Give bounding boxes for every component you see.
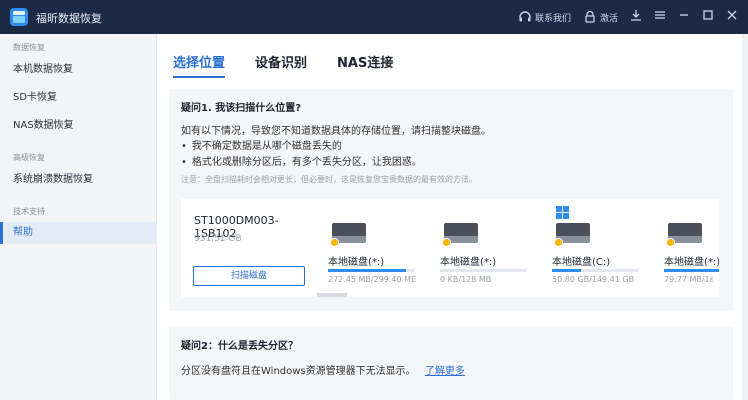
- contact-us-label: 联系我们: [534, 13, 571, 24]
- partition-usage: 50.80 GB/149.41 GB: [552, 275, 635, 284]
- sidebar: 数据恢复 本机数据恢复 SD卡恢复 NAS数据恢复 高级恢复 系统崩溃数据恢复 …: [0, 34, 157, 400]
- contact-us-button[interactable]: 联系我们: [512, 0, 577, 34]
- download-icon: [630, 9, 642, 25]
- faq-panel-scan-location: 疑问1. 我该扫描什么位置? 如有以下情况，导致您不知道数据具体的存储位置，请扫…: [169, 89, 733, 311]
- learn-more-link[interactable]: 了解更多: [425, 366, 465, 377]
- activate-label: 激活: [599, 13, 618, 24]
- sidebar-item-help[interactable]: 帮助: [0, 222, 157, 244]
- maximize-button[interactable]: [696, 0, 720, 34]
- partition-usage-bar: [552, 269, 638, 272]
- faq2-title: 疑问2：什么是丢失分区？: [181, 341, 298, 352]
- faq1-bullet-2: 格式化或删除分区后，有多个丢失分区，让我困惑。: [181, 153, 422, 168]
- partition-usage-bar: [440, 269, 526, 272]
- partition-card[interactable]: 本地磁盘(*:) 79.77 MB/1ε: [663, 199, 719, 297]
- sidebar-item-crash-recovery[interactable]: 系统崩溃数据恢复: [0, 169, 157, 191]
- scan-disk-button[interactable]: 扫描磁盘: [193, 266, 305, 286]
- minimize-button[interactable]: [672, 0, 696, 34]
- tab-select-location[interactable]: 选择位置: [173, 52, 226, 78]
- faq1-bullet-1: 我不确定数据是从哪个磁盘丢失的: [181, 137, 342, 152]
- hard-drive-icon: [666, 223, 702, 247]
- close-icon: [726, 9, 738, 25]
- partition-card[interactable]: 本地磁盘(*:) 272.45 MB/299.40 ME: [327, 199, 439, 297]
- sidebar-item-nas-recovery[interactable]: NAS数据恢复: [0, 115, 157, 137]
- windows-logo-icon: [556, 206, 570, 220]
- partition-name: 本地磁盘(*:): [328, 257, 385, 268]
- maximize-icon: [702, 9, 714, 25]
- tab-nas-connection[interactable]: NAS连接: [337, 52, 393, 78]
- minimize-icon: [678, 9, 690, 25]
- faq2-text: 分区没有盘符且在Windows资源管理器下无法显示。: [181, 366, 416, 377]
- tab-device-recognition[interactable]: 设备识别: [255, 52, 307, 78]
- faq-panel-lost-partition: 疑问2：什么是丢失分区？ 分区没有盘符且在Windows资源管理器下无法显示。 …: [169, 327, 733, 400]
- menu-button[interactable]: [648, 0, 672, 34]
- drive-card: ST1000DM003-1SB102 931.51 GB 扫描磁盘: [181, 199, 318, 297]
- sidebar-category-support: 技术支持: [13, 207, 45, 216]
- partition-card[interactable]: 本地磁盘(*:) 0 KB/128 MB: [439, 199, 551, 297]
- app-logo-icon: [10, 8, 28, 26]
- partition-name: 本地磁盘(C:): [552, 257, 611, 268]
- hard-drive-icon: [554, 223, 590, 247]
- sidebar-category-data-recovery: 数据恢复: [13, 43, 45, 52]
- partition-usage: 79.77 MB/1ε: [664, 275, 714, 284]
- partition-scrollbar[interactable]: [317, 293, 347, 297]
- sidebar-item-sd-recovery[interactable]: SD卡恢复: [0, 87, 157, 109]
- faq1-intro: 如有以下情况，导致您不知道数据具体的存储位置，请扫描整块磁盘。: [181, 126, 491, 137]
- lock-icon: [583, 10, 597, 24]
- partition-card[interactable]: 本地磁盘(C:) 50.80 GB/149.41 GB: [551, 199, 663, 297]
- window-scrollbar[interactable]: [742, 34, 748, 400]
- tab-bar: 选择位置 设备识别 NAS连接: [173, 52, 423, 78]
- partition-usage-bar: [664, 269, 719, 272]
- app-title: 福昕数据恢复: [36, 12, 102, 25]
- headset-icon: [518, 10, 532, 24]
- partition-usage: 0 KB/128 MB: [440, 275, 492, 284]
- download-button[interactable]: [624, 0, 648, 34]
- title-bar: 福昕数据恢复 联系我们 激活: [0, 0, 748, 34]
- close-button[interactable]: [720, 0, 744, 34]
- drive-size: 931.51 GB: [194, 234, 242, 244]
- sidebar-category-advanced: 高级恢复: [13, 153, 45, 162]
- faq1-note: 注意：全盘扫描耗时会相对更长，但必要时，这是恢复您宝贵数据的最有效的方法。: [181, 175, 477, 184]
- faq1-title: 疑问1. 我该扫描什么位置?: [181, 103, 302, 114]
- sidebar-item-local-recovery[interactable]: 本机数据恢复: [0, 59, 157, 81]
- hard-drive-icon: [442, 223, 478, 247]
- partition-name: 本地磁盘(*:): [664, 257, 719, 268]
- partition-list: 本地磁盘(*:) 272.45 MB/299.40 ME 本地磁盘(*:) 0 …: [317, 199, 719, 297]
- activate-button[interactable]: 激活: [577, 0, 624, 34]
- partition-usage-bar: [328, 269, 414, 272]
- partition-name: 本地磁盘(*:): [440, 257, 497, 268]
- partition-usage: 272.45 MB/299.40 ME: [328, 275, 417, 284]
- faq2-text-line: 分区没有盘符且在Windows资源管理器下无法显示。 了解更多: [181, 362, 465, 377]
- hard-drive-icon: [330, 223, 366, 247]
- main-content: 选择位置 设备识别 NAS连接 疑问1. 我该扫描什么位置? 如有以下情况，导致…: [157, 34, 748, 400]
- hamburger-menu-icon: [654, 9, 666, 25]
